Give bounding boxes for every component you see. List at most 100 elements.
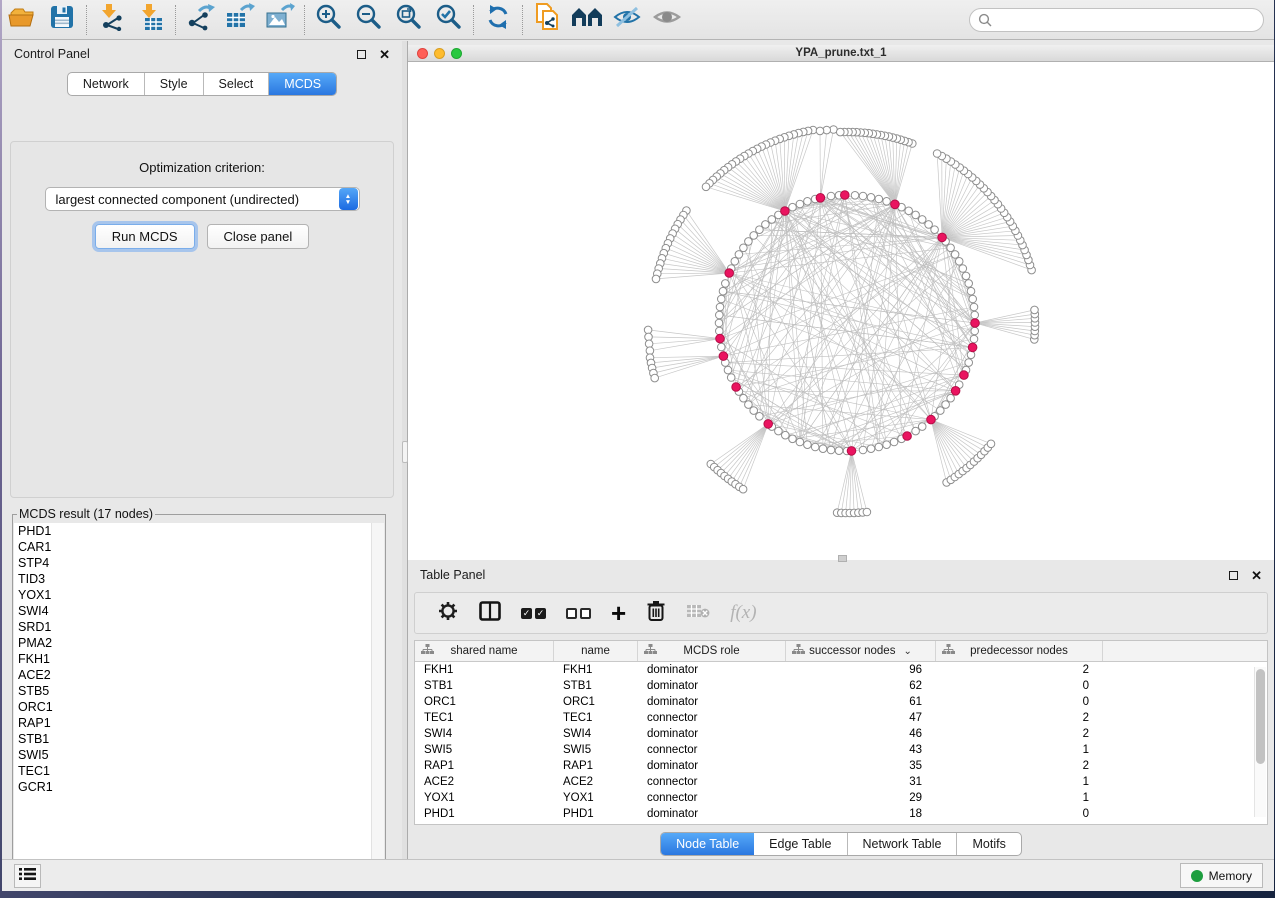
tab-network-table[interactable]: Network Table: [848, 833, 958, 855]
run-mcds-button[interactable]: Run MCDS: [95, 224, 195, 249]
table-cell[interactable]: PHD1: [554, 806, 638, 822]
table-row[interactable]: FKH1FKH1dominator962: [415, 662, 1267, 678]
table-cell[interactable]: STB1: [415, 678, 554, 694]
first-neighbors-button[interactable]: [567, 3, 607, 37]
zoom-in-button[interactable]: [309, 3, 349, 37]
table-cell[interactable]: PHD1: [415, 806, 554, 822]
tab-mcds[interactable]: MCDS: [269, 73, 336, 95]
table-cell[interactable]: 46: [786, 726, 936, 742]
table-row[interactable]: PHD1PHD1dominator180: [415, 806, 1267, 822]
create-column-button[interactable]: +: [611, 603, 626, 623]
show-all-button[interactable]: [647, 3, 687, 37]
table-cell[interactable]: 61: [786, 694, 936, 710]
table-row[interactable]: SWI5SWI5connector431: [415, 742, 1267, 758]
mcds-result-item[interactable]: STB1: [14, 731, 384, 747]
table-cell[interactable]: TEC1: [415, 710, 554, 726]
show-column-button[interactable]: [479, 601, 501, 626]
table-cell[interactable]: 43: [786, 742, 936, 758]
tab-node-table[interactable]: Node Table: [661, 833, 754, 855]
mcds-result-item[interactable]: GCR1: [14, 779, 384, 795]
network-window-titlebar[interactable]: YPA_prune.txt_1: [408, 45, 1274, 62]
close-panel-button[interactable]: Close panel: [207, 224, 310, 249]
table-cell[interactable]: 1: [936, 742, 1103, 758]
table-cell[interactable]: STB1: [554, 678, 638, 694]
table-cell[interactable]: ORC1: [415, 694, 554, 710]
open-file-button[interactable]: [2, 3, 42, 37]
column-header-predecessor-nodes[interactable]: predecessor nodes: [936, 641, 1103, 661]
mcds-result-item[interactable]: STB5: [14, 683, 384, 699]
refresh-view-button[interactable]: [478, 3, 518, 37]
splitter-grip[interactable]: [838, 555, 847, 562]
table-cell[interactable]: 0: [936, 694, 1103, 710]
table-cell[interactable]: dominator: [638, 758, 786, 774]
mcds-list-scrollbar[interactable]: [371, 523, 384, 877]
mcds-result-item[interactable]: SWI5: [14, 747, 384, 763]
table-row[interactable]: YOX1YOX1connector291: [415, 790, 1267, 806]
mcds-result-item[interactable]: STP4: [14, 555, 384, 571]
mcds-result-item[interactable]: SWI4: [14, 603, 384, 619]
table-cell[interactable]: connector: [638, 710, 786, 726]
table-cell[interactable]: 29: [786, 790, 936, 806]
scrollbar-thumb[interactable]: [1256, 669, 1265, 764]
memory-button[interactable]: Memory: [1180, 863, 1263, 888]
export-table-button[interactable]: [220, 3, 260, 37]
table-row[interactable]: ORC1ORC1dominator610: [415, 694, 1267, 710]
network-canvas[interactable]: [408, 62, 1274, 560]
table-cell[interactable]: SWI5: [554, 742, 638, 758]
zoom-out-button[interactable]: [349, 3, 389, 37]
column-header-name[interactable]: name: [554, 641, 638, 661]
table-cell[interactable]: 47: [786, 710, 936, 726]
tab-style[interactable]: Style: [145, 73, 204, 95]
table-cell[interactable]: 1: [936, 774, 1103, 790]
tab-network[interactable]: Network: [68, 73, 145, 95]
select-all-button[interactable]: ✓✓: [521, 608, 546, 619]
export-image-button[interactable]: [260, 3, 300, 37]
table-cell[interactable]: 96: [786, 662, 936, 678]
table-cell[interactable]: 0: [936, 806, 1103, 822]
table-cell[interactable]: ORC1: [554, 694, 638, 710]
table-cell[interactable]: ACE2: [415, 774, 554, 790]
table-cell[interactable]: dominator: [638, 726, 786, 742]
close-panel-icon[interactable]: ✕: [379, 48, 390, 61]
tab-select[interactable]: Select: [204, 73, 270, 95]
column-header-successor-nodes[interactable]: successor nodes⌄: [786, 641, 936, 661]
table-cell[interactable]: dominator: [638, 678, 786, 694]
table-cell[interactable]: dominator: [638, 694, 786, 710]
table-cell[interactable]: 18: [786, 806, 936, 822]
task-history-button[interactable]: [14, 864, 41, 888]
table-cell[interactable]: 2: [936, 662, 1103, 678]
table-row[interactable]: RAP1RAP1dominator352: [415, 758, 1267, 774]
sort-indicator-icon[interactable]: ⌄: [903, 646, 911, 657]
mcds-result-item[interactable]: RAP1: [14, 715, 384, 731]
table-cell[interactable]: 2: [936, 710, 1103, 726]
table-cell[interactable]: dominator: [638, 806, 786, 822]
table-cell[interactable]: 2: [936, 758, 1103, 774]
search-field[interactable]: [969, 8, 1264, 32]
table-row[interactable]: STB1STB1dominator620: [415, 678, 1267, 694]
zoom-selected-button[interactable]: [429, 3, 469, 37]
table-cell[interactable]: connector: [638, 742, 786, 758]
table-row[interactable]: ACE2ACE2connector311: [415, 774, 1267, 790]
delete-column-button[interactable]: [646, 600, 666, 627]
table-scrollbar[interactable]: [1254, 667, 1266, 817]
mcds-result-item[interactable]: PMA2: [14, 635, 384, 651]
table-cell[interactable]: connector: [638, 774, 786, 790]
mcds-result-item[interactable]: PHD1: [14, 523, 384, 539]
mcds-result-item[interactable]: CAR1: [14, 539, 384, 555]
table-cell[interactable]: FKH1: [415, 662, 554, 678]
new-network-from-selection-button[interactable]: [527, 3, 567, 37]
table-cell[interactable]: FKH1: [554, 662, 638, 678]
table-cell[interactable]: RAP1: [554, 758, 638, 774]
table-cell[interactable]: 1: [936, 790, 1103, 806]
table-cell[interactable]: 0: [936, 678, 1103, 694]
close-panel-icon[interactable]: ✕: [1251, 569, 1262, 582]
table-cell[interactable]: SWI5: [415, 742, 554, 758]
table-cell[interactable]: dominator: [638, 662, 786, 678]
import-network-button[interactable]: [91, 3, 131, 37]
table-cell[interactable]: 31: [786, 774, 936, 790]
table-cell[interactable]: YOX1: [554, 790, 638, 806]
save-session-button[interactable]: [42, 3, 82, 37]
table-cell[interactable]: SWI4: [554, 726, 638, 742]
table-cell[interactable]: TEC1: [554, 710, 638, 726]
mcds-result-item[interactable]: TEC1: [14, 763, 384, 779]
